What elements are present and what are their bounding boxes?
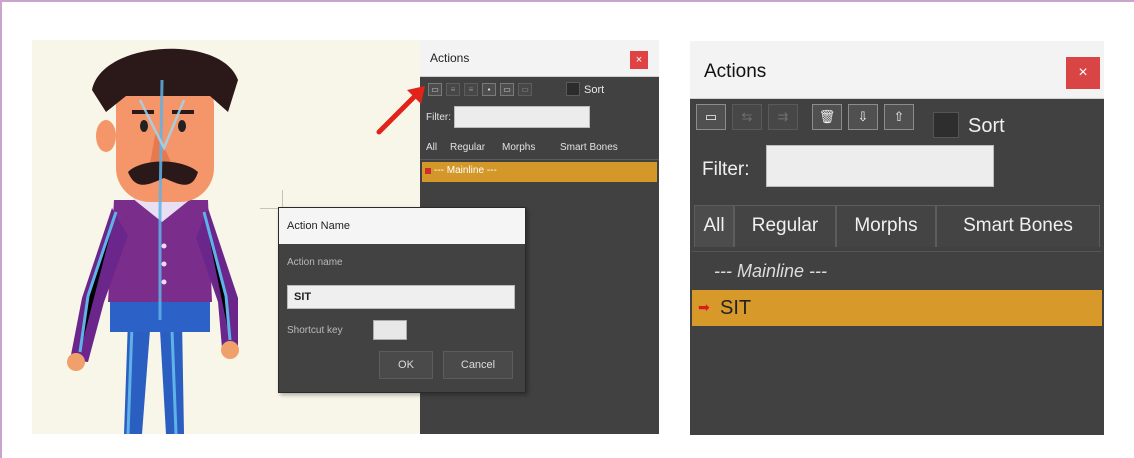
actions-panel-titlebar: Actions ×: [420, 40, 659, 77]
filter-input[interactable]: [766, 145, 994, 187]
filter-label: Filter:: [702, 159, 750, 180]
action-label: SIT: [720, 297, 752, 319]
sort-checkbox[interactable]: [566, 82, 580, 96]
current-action-arrow-icon: [425, 168, 431, 174]
tab-smart-bones[interactable]: Smart Bones: [936, 205, 1100, 247]
red-arrow-icon: [376, 86, 425, 135]
filter-input[interactable]: [454, 106, 590, 128]
sort-checkbox[interactable]: [933, 112, 959, 138]
close-button[interactable]: ×: [1066, 57, 1100, 89]
list-item-mainline[interactable]: --- Mainline ---: [422, 162, 657, 182]
action-name-label: Action name: [287, 257, 343, 268]
dialog-titlebar: Action Name: [279, 208, 525, 244]
mainline-label: --- Mainline ---: [714, 261, 828, 281]
delete-icon[interactable]: ▪: [482, 83, 496, 96]
actions-panel-title: Actions: [704, 61, 767, 82]
sort-label: Sort: [584, 84, 605, 96]
tab-regular[interactable]: Regular: [734, 205, 836, 247]
tab-morphs[interactable]: Morphs: [502, 142, 535, 153]
tab-smart-bones[interactable]: Smart Bones: [560, 142, 618, 153]
import-icon[interactable]: ▭: [500, 83, 514, 96]
shortcut-key-label: Shortcut key: [287, 325, 343, 336]
merge-icon[interactable]: ≡: [464, 83, 478, 96]
action-name-dialog: Action Name Action name SIT Shortcut key…: [278, 207, 526, 393]
tab-all[interactable]: All: [694, 205, 734, 247]
export-icon[interactable]: ▭: [518, 83, 532, 96]
insert-icon[interactable]: ⇆: [732, 104, 762, 130]
dialog-title: Action Name: [287, 220, 350, 232]
tab-morphs[interactable]: Morphs: [836, 205, 936, 247]
insert-icon[interactable]: ≡: [446, 83, 460, 96]
cancel-button[interactable]: Cancel: [443, 351, 513, 379]
sort-label: Sort: [968, 115, 1005, 137]
actions-list: --- Mainline --- ➡ SIT: [692, 251, 1102, 435]
action-name-value: SIT: [294, 291, 312, 303]
list-item-selected[interactable]: ➡ SIT: [692, 290, 1102, 326]
action-tabs: All Regular Morphs Smart Bones: [420, 138, 659, 160]
actions-panel-zoomed: Actions × ▭ ⇆ ⇉ 🗑 ⇩ ⇧ Sort Filter: All R…: [690, 41, 1104, 435]
actions-panel-title: Actions: [430, 51, 470, 65]
action-tabs: All Regular Morphs Smart Bones: [694, 205, 1100, 247]
import-icon[interactable]: ⇩: [848, 104, 878, 130]
export-icon[interactable]: ⇧: [884, 104, 914, 130]
current-action-arrow-icon: ➡: [698, 299, 710, 315]
delete-icon[interactable]: 🗑: [812, 104, 842, 130]
tab-all[interactable]: All: [426, 142, 437, 153]
close-button[interactable]: ×: [630, 51, 648, 69]
list-item-mainline[interactable]: --- Mainline ---: [692, 252, 1102, 288]
mainline-label: --- Mainline ---: [434, 165, 497, 176]
action-name-input[interactable]: SIT: [287, 285, 515, 309]
merge-icon[interactable]: ⇉: [768, 104, 798, 130]
new-action-icon[interactable]: ▭: [696, 104, 726, 130]
left-screenshot: Actions × ▭ ≡ ≡ ▪ ▭ ▭ Sort Filter: All R…: [32, 40, 659, 434]
tab-regular[interactable]: Regular: [450, 142, 485, 153]
ok-button[interactable]: OK: [379, 351, 433, 379]
actions-panel-titlebar: Actions ×: [690, 41, 1104, 99]
shortcut-key-input[interactable]: [373, 320, 407, 340]
